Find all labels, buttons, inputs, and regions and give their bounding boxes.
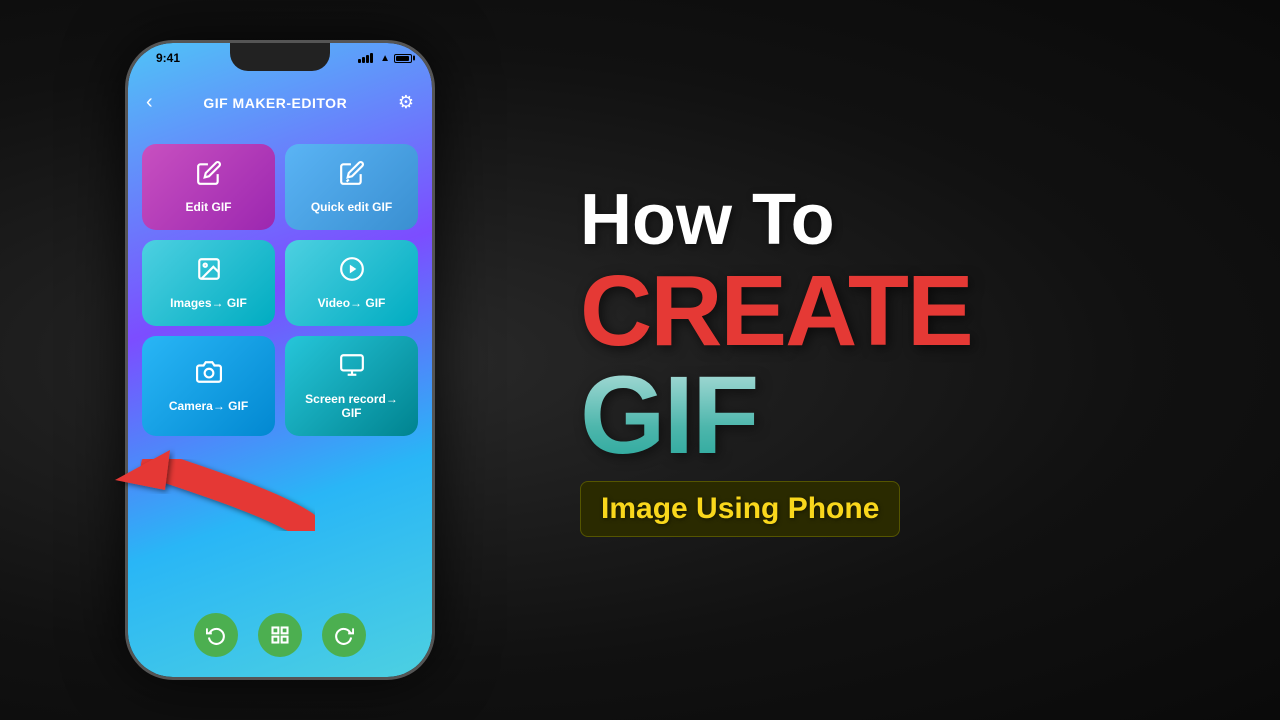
images-to-gif-icon (196, 256, 222, 288)
edit-gif-label: Edit GIF (186, 200, 232, 214)
headline-create: CREATE (580, 261, 972, 361)
phone-mockup-container: 9:41 ▲ (40, 20, 520, 700)
status-icons: ▲ (358, 53, 412, 64)
video-to-gif-icon (339, 256, 365, 288)
video-to-gif-button[interactable]: Video→ GIF (285, 240, 418, 326)
right-content: How To CREATE GIF Image Using Phone (540, 20, 1240, 700)
phone-outer-shell: 9:41 ▲ (125, 40, 435, 680)
wifi-icon: ▲ (380, 53, 390, 64)
screen-record-icon (339, 352, 365, 384)
nav-button-1[interactable] (194, 613, 238, 657)
screen-record-to-gif-button[interactable]: Screen record→ GIF (285, 336, 418, 436)
battery-fill (396, 56, 409, 61)
app-title: GIF MAKER-EDITOR (203, 95, 347, 111)
headline-gif: GIF (580, 361, 757, 471)
back-button[interactable]: ‹ (146, 91, 153, 114)
camera-to-gif-icon (196, 359, 222, 391)
headline-how-to: How To (580, 184, 835, 256)
app-header: ‹ GIF MAKER-EDITOR ⚙ (128, 81, 432, 124)
camera-to-gif-button[interactable]: Camera→ GIF (142, 336, 275, 436)
screen-record-label: Screen record→ GIF (295, 392, 408, 420)
quick-edit-gif-button[interactable]: Quick edit GIF (285, 144, 418, 230)
signal-bar-3 (366, 55, 369, 63)
images-to-gif-label: Images→ GIF (170, 296, 247, 310)
nav-button-3[interactable] (322, 613, 366, 657)
bottom-nav (128, 613, 432, 657)
status-bar: 9:41 ▲ (128, 51, 432, 65)
images-to-gif-button[interactable]: Images→ GIF (142, 240, 275, 326)
app-buttons-grid: Edit GIF Quick edit GIF (128, 134, 432, 446)
signal-bar-1 (358, 59, 361, 63)
signal-bar-2 (362, 57, 365, 63)
quick-edit-gif-label: Quick edit GIF (311, 200, 392, 214)
settings-icon[interactable]: ⚙ (398, 92, 414, 113)
subtitle-box: Image Using Phone (580, 481, 900, 537)
edit-gif-icon (196, 160, 222, 192)
edit-gif-button[interactable]: Edit GIF (142, 144, 275, 230)
nav-button-2[interactable] (258, 613, 302, 657)
battery-icon (394, 54, 412, 63)
camera-to-gif-label: Camera→ GIF (169, 399, 248, 413)
signal-bar-4 (370, 53, 373, 63)
quick-edit-gif-icon (339, 160, 365, 192)
subtitle-text: Image Using Phone (601, 492, 879, 525)
video-to-gif-label: Video→ GIF (318, 296, 386, 310)
status-time: 9:41 (156, 51, 180, 65)
phone-screen: 9:41 ▲ (128, 43, 432, 677)
